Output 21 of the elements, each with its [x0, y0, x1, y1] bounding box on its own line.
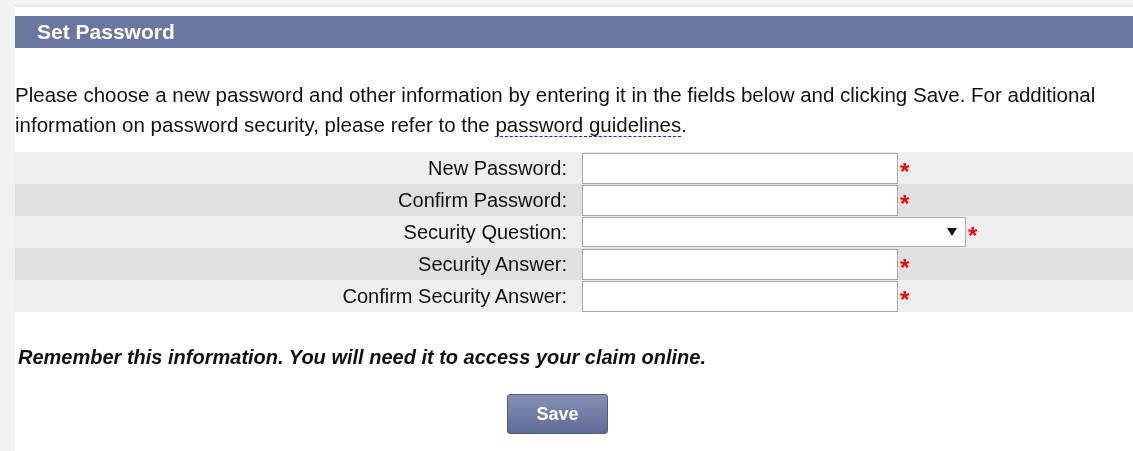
- field-label: Security Answer:: [417, 252, 567, 277]
- field-label: Confirm Security Answer:: [341, 284, 567, 309]
- answer-field[interactable]: [582, 280, 898, 312]
- dropdown-arrow-icon: [947, 228, 957, 236]
- required-mark: *: [900, 288, 910, 312]
- security-question-dropdown[interactable]: [582, 217, 966, 247]
- save-button[interactable]: Save: [507, 394, 608, 434]
- required-mark: *: [900, 160, 910, 184]
- field-label: Confirm Password:: [397, 188, 567, 213]
- page-header: Set Password: [15, 16, 1133, 48]
- password-field[interactable]: [582, 152, 898, 184]
- required-mark: *: [968, 224, 978, 248]
- field-label: Security Question:: [402, 220, 567, 245]
- password-field[interactable]: [582, 184, 898, 216]
- required-mark: *: [900, 192, 910, 216]
- field-label: New Password:: [427, 156, 567, 181]
- intro-paragraph: Please choose a new password and other information by entering it in the fields below and clicking Save. For additional information on password security, please refer to the password guidelines.: [15, 82, 1097, 139]
- guidelines-link[interactable]: password guidelines: [495, 113, 682, 137]
- required-mark: *: [900, 256, 910, 280]
- reminder-text: Remember this information. You will need it to access your claim online.: [18, 345, 707, 370]
- answer-field[interactable]: [582, 248, 898, 280]
